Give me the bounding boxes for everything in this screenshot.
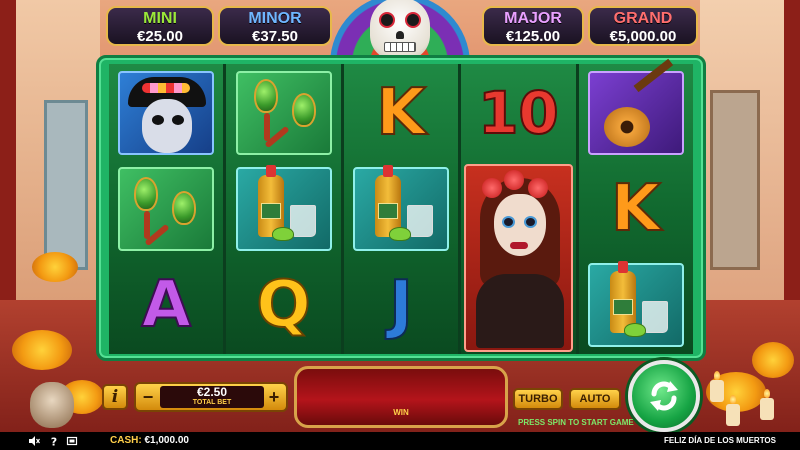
jackpot-major-value: €125.00	[505, 28, 561, 45]
jackpot-minor-label: MINOR	[248, 10, 302, 27]
catrina-woman	[466, 166, 570, 354]
skull-eye	[379, 12, 395, 28]
total-bet-value: €2.50	[196, 385, 228, 399]
jackpot-major-label: MAJOR	[504, 10, 562, 27]
svg-text:?: ?	[51, 436, 57, 448]
symbol-10: 10	[465, 68, 571, 158]
bottle-label	[378, 203, 399, 219]
jackpot-grand-value: €5,000.00	[609, 28, 677, 45]
guitar-tile	[587, 58, 684, 155]
tequila-tile	[353, 165, 450, 251]
symbol-q: Q	[230, 260, 336, 350]
jackpot-mini-value: €25.00	[137, 28, 183, 45]
cash-value: €1,000.00	[144, 435, 189, 446]
tequila-tile	[587, 261, 684, 347]
symbol-tequila	[348, 164, 454, 254]
painted-face	[142, 99, 193, 153]
letter-k-symbol: K	[375, 76, 427, 150]
letter-a-symbol: A	[140, 268, 192, 342]
maraca	[253, 79, 278, 113]
lime	[389, 227, 412, 241]
tequila-tile	[235, 165, 332, 251]
total-bet-caption: TOTAL BET	[192, 399, 232, 406]
skull-nose	[396, 31, 404, 39]
symbol-j: J	[348, 260, 454, 350]
catrina-lips	[510, 242, 529, 249]
jackpot-minor: MINOR €37.50	[218, 6, 332, 46]
bet-selector: − €2.50 TOTAL BET +	[134, 382, 288, 412]
jackpot-mini: MINI €25.00	[106, 6, 214, 46]
cash-balance: CASH: €1,000.00	[110, 435, 189, 446]
sugar-skull-logo	[370, 0, 430, 60]
help-icon[interactable]: ?	[48, 435, 60, 448]
maraca	[172, 191, 197, 225]
info-button[interactable]: i	[102, 384, 128, 410]
bottle-label	[260, 203, 281, 219]
bottle-label	[612, 299, 633, 315]
maraca	[291, 93, 316, 127]
skull-man-tile	[118, 71, 215, 155]
skull-teeth	[384, 42, 416, 52]
jackpot-grand: GRAND €5,000.00	[588, 6, 698, 46]
reel-5: K	[578, 58, 694, 354]
right-pillar	[784, 0, 800, 340]
game-title: FELIZ DÍA DE LOS MUERTOS	[663, 436, 776, 445]
symbol-tequila	[583, 260, 689, 350]
maraca-handle	[263, 113, 270, 141]
number-10-symbol: 10	[477, 79, 560, 147]
increase-bet-button[interactable]: +	[264, 386, 284, 408]
right-door	[710, 90, 760, 270]
jackpot-minor-value: €37.50	[252, 28, 298, 45]
bet-display: €2.50 TOTAL BET	[160, 386, 264, 408]
symbol-wild-skull-man	[113, 68, 219, 158]
maracas-tile	[235, 71, 332, 155]
reel-4: 10	[461, 64, 576, 354]
symbol-k: K	[348, 68, 454, 158]
letter-q-symbol: Q	[255, 268, 311, 342]
spin-arrows-icon	[650, 381, 678, 411]
reel-2: Q	[226, 64, 341, 354]
sound-icon[interactable]	[28, 435, 40, 447]
spin-hint: PRESS SPIN TO START GAME	[518, 418, 634, 427]
reels-frame: A Q K J 10 K	[96, 55, 706, 361]
jackpot-mini-label: MINI	[143, 10, 177, 27]
letter-j-symbol: J	[388, 268, 414, 342]
win-label: WIN	[393, 408, 409, 417]
reel-3: K J	[343, 64, 459, 354]
left-door	[44, 100, 88, 270]
lime	[623, 323, 646, 337]
spin-button[interactable]	[628, 360, 700, 432]
left-pillar	[0, 0, 16, 340]
jackpot-major: MAJOR €125.00	[482, 6, 584, 46]
fullscreen-icon[interactable]	[66, 435, 78, 447]
lime	[271, 227, 294, 241]
symbol-a: A	[113, 260, 219, 350]
decrease-bet-button[interactable]: −	[138, 386, 158, 408]
symbol-catrina-stacked	[464, 164, 573, 354]
guitar-body	[603, 107, 650, 147]
symbol-k: K	[583, 164, 689, 254]
turbo-button[interactable]: TURBO	[513, 388, 563, 410]
jackpot-grand-label: GRAND	[613, 10, 673, 27]
status-bar: ? CASH: €1,000.00 FELIZ DÍA DE LOS MUERT…	[0, 432, 800, 450]
win-display: WIN	[294, 366, 508, 428]
symbol-guitar	[583, 58, 689, 158]
letter-k-symbol: K	[610, 172, 662, 246]
cash-label: CASH:	[110, 435, 142, 446]
skull-eye	[405, 12, 421, 28]
autoplay-button[interactable]: AUTO	[569, 388, 621, 410]
guitar-neck	[633, 58, 673, 93]
symbol-tequila	[230, 164, 336, 254]
maraca-handle	[144, 211, 151, 239]
reel-grid: A Q K J 10 K	[109, 58, 694, 354]
reel-1: A	[109, 64, 224, 354]
symbol-maracas	[113, 164, 219, 254]
maraca	[134, 177, 159, 211]
symbol-maracas	[230, 68, 336, 158]
marigold-flowers	[32, 252, 78, 282]
catrina-dress	[476, 274, 565, 348]
maracas-tile	[118, 167, 215, 251]
